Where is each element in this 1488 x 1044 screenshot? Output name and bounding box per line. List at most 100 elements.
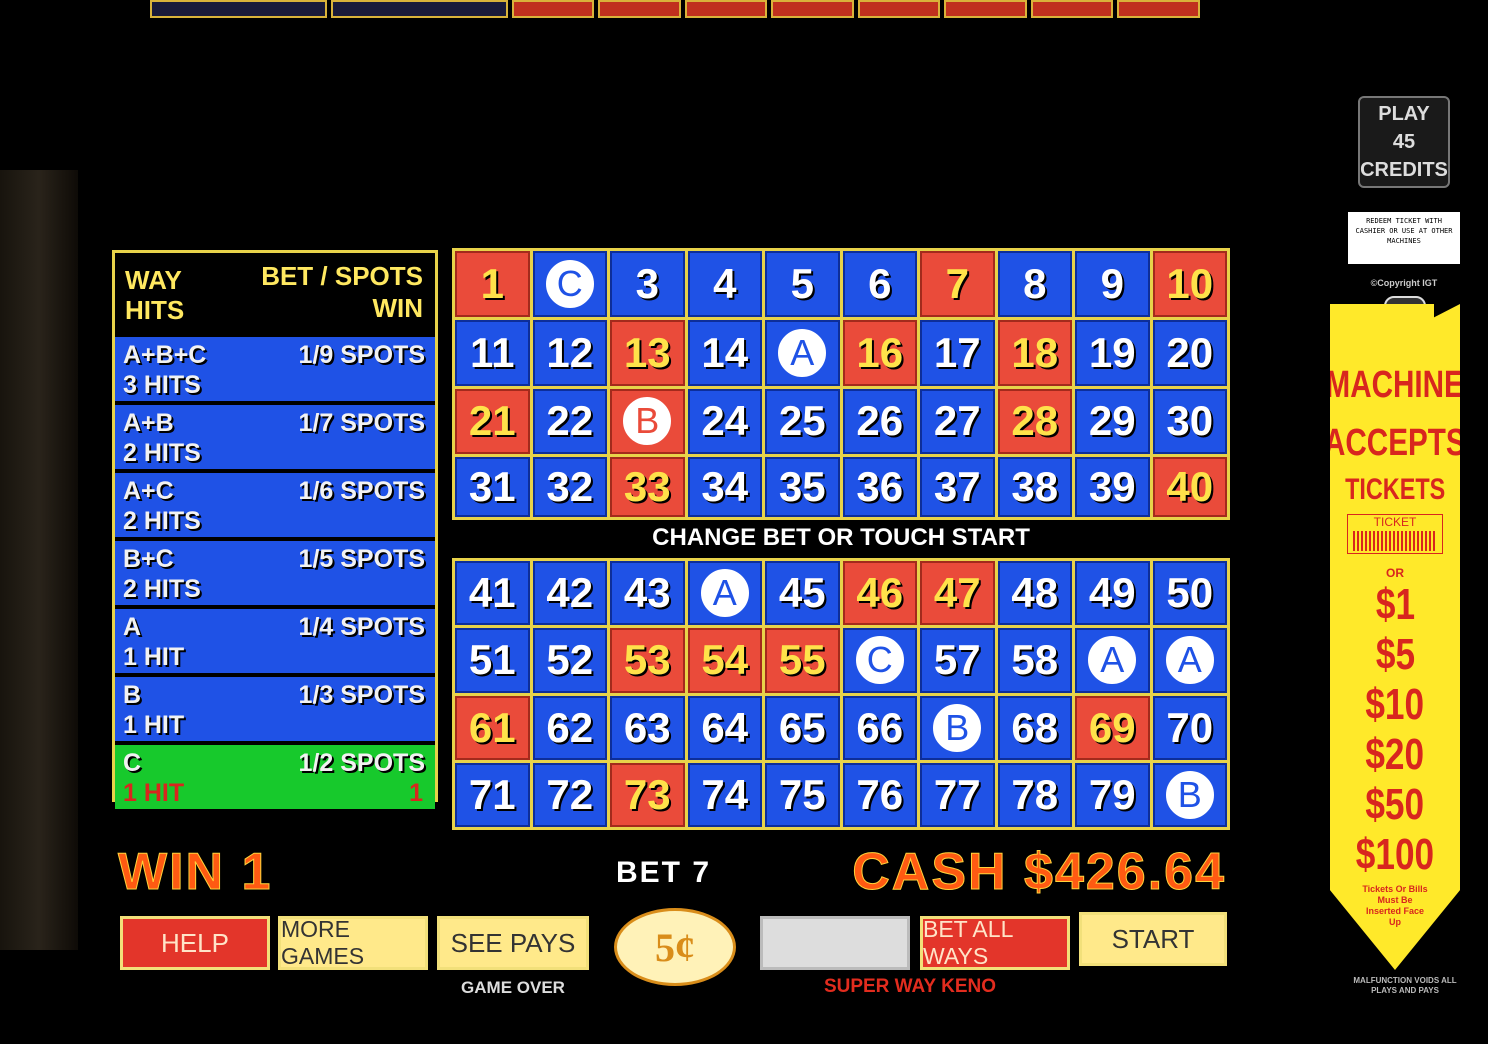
way-pay-table[interactable]: WAY HITS BET / SPOTS WIN A+B+C 3 HITS 1/9 … — [112, 250, 438, 809]
help-button[interactable]: HELP — [120, 916, 270, 970]
keno-spot[interactable]: 69 — [1075, 695, 1150, 760]
keno-spot[interactable]: 18 — [997, 319, 1072, 386]
keno-spot[interactable]: 12 — [532, 319, 607, 386]
keno-spot[interactable]: C — [532, 251, 607, 317]
keno-spot[interactable]: 8 — [997, 251, 1072, 317]
keno-spot[interactable]: 68 — [997, 695, 1072, 760]
keno-spot[interactable]: 37 — [920, 457, 995, 517]
keno-spot[interactable]: 30 — [1152, 388, 1227, 455]
denomination-coin-button[interactable]: 5¢ — [614, 908, 736, 986]
keno-spot[interactable]: 26 — [842, 388, 917, 455]
keno-spot[interactable]: 35 — [765, 457, 840, 517]
cash-balance: CASH $426.64 — [852, 843, 1226, 902]
keno-spot[interactable]: A — [687, 561, 762, 626]
keno-spot[interactable]: A — [1152, 628, 1227, 693]
keno-spot[interactable]: 34 — [687, 457, 762, 517]
keno-spot[interactable]: 3 — [610, 251, 685, 317]
keno-spot[interactable]: 43 — [610, 561, 685, 626]
keno-spot[interactable]: 64 — [687, 695, 762, 760]
keno-spot[interactable]: 40 — [1152, 457, 1227, 517]
keno-spot[interactable]: 7 — [920, 251, 995, 317]
keno-spot[interactable]: 76 — [842, 762, 917, 827]
keno-spot[interactable]: 20 — [1152, 319, 1227, 386]
keno-spot[interactable]: 63 — [610, 695, 685, 760]
blank-button[interactable] — [760, 916, 910, 970]
keno-spot[interactable]: B — [1152, 762, 1227, 827]
way-row[interactable]: A+B 2 HITS 1/7 SPOTS — [115, 405, 435, 469]
keno-spot[interactable]: 28 — [997, 388, 1072, 455]
start-button[interactable]: START — [1079, 912, 1227, 966]
keno-spot[interactable]: 39 — [1075, 457, 1150, 517]
way-row[interactable]: C1 HIT 1/2 SPOTS 1 — [115, 745, 435, 809]
keno-spot[interactable]: 10 — [1152, 251, 1227, 317]
keno-spot[interactable]: 61 — [455, 695, 530, 760]
keno-spot[interactable]: 58 — [997, 628, 1072, 693]
keno-spot[interactable]: 79 — [1075, 762, 1150, 827]
see-pays-button[interactable]: SEE PAYS — [437, 916, 589, 970]
way-row[interactable]: B+C 2 HITS 1/5 SPOTS — [115, 541, 435, 605]
keno-spot[interactable]: 74 — [687, 762, 762, 827]
keno-spot[interactable]: 19 — [1075, 319, 1150, 386]
bet-all-ways-button[interactable]: BET ALL WAYS — [920, 916, 1070, 970]
keno-spot[interactable]: 38 — [997, 457, 1072, 517]
keno-spot[interactable]: C — [842, 628, 917, 693]
way-row[interactable]: A+C 2 HITS 1/6 SPOTS — [115, 473, 435, 537]
bezel-top-strip — [150, 0, 1200, 18]
keno-spot[interactable]: 32 — [532, 457, 607, 517]
keno-spot[interactable]: 29 — [1075, 388, 1150, 455]
keno-spot[interactable]: 46 — [842, 561, 917, 626]
way-row[interactable]: B1 HIT 1/3 SPOTS — [115, 677, 435, 741]
keno-spot[interactable]: 49 — [1075, 561, 1150, 626]
keno-spot[interactable]: 27 — [920, 388, 995, 455]
keno-spot[interactable]: 5 — [765, 251, 840, 317]
keno-board-top[interactable]: 1 C 3 4 5 6 7 8 9 10 11 12 13 14 A 16 17 18 19 20 21 22 B 24 25 2… — [452, 248, 1230, 520]
keno-spot[interactable]: 14 — [687, 319, 762, 386]
keno-spot[interactable]: 4 — [687, 251, 762, 317]
keno-spot[interactable]: 57 — [920, 628, 995, 693]
keno-spot[interactable]: 47 — [920, 561, 995, 626]
keno-spot[interactable]: 52 — [532, 628, 607, 693]
keno-spot[interactable]: 48 — [997, 561, 1072, 626]
keno-spot[interactable]: 9 — [1075, 251, 1150, 317]
keno-spot[interactable]: 51 — [455, 628, 530, 693]
way-row[interactable]: A+B+C 3 HITS 1/9 SPOTS — [115, 337, 435, 401]
keno-spot[interactable]: 33 — [610, 457, 685, 517]
keno-spot[interactable]: 54 — [687, 628, 762, 693]
keno-spot[interactable]: 65 — [765, 695, 840, 760]
keno-spot[interactable]: 13 — [610, 319, 685, 386]
way-row[interactable]: A1 HIT 1/4 SPOTS — [115, 609, 435, 673]
keno-spot[interactable]: 53 — [610, 628, 685, 693]
keno-spot[interactable]: 71 — [455, 762, 530, 827]
keno-spot[interactable]: A — [1075, 628, 1150, 693]
keno-spot[interactable]: A — [765, 319, 840, 386]
keno-spot[interactable]: 70 — [1152, 695, 1227, 760]
more-games-button[interactable]: MORE GAMES — [278, 916, 428, 970]
keno-spot[interactable]: 62 — [532, 695, 607, 760]
keno-spot[interactable]: 25 — [765, 388, 840, 455]
keno-spot[interactable]: 45 — [765, 561, 840, 626]
keno-spot[interactable]: 22 — [532, 388, 607, 455]
spot-number: 30 — [1166, 397, 1214, 445]
keno-spot[interactable]: 72 — [532, 762, 607, 827]
keno-spot[interactable]: 73 — [610, 762, 685, 827]
keno-spot[interactable]: 55 — [765, 628, 840, 693]
keno-spot[interactable]: 41 — [455, 561, 530, 626]
keno-spot[interactable]: B — [920, 695, 995, 760]
keno-spot[interactable]: 16 — [842, 319, 917, 386]
keno-spot[interactable]: 6 — [842, 251, 917, 317]
keno-spot[interactable]: 11 — [455, 319, 530, 386]
keno-board-bottom[interactable]: 41 42 43 A 45 46 47 48 49 50 51 52 53 54 55 C 57 58 A A 61 62… — [452, 558, 1230, 830]
keno-spot[interactable]: 31 — [455, 457, 530, 517]
keno-spot[interactable]: 17 — [920, 319, 995, 386]
keno-spot[interactable]: 77 — [920, 762, 995, 827]
keno-spot[interactable]: 78 — [997, 762, 1072, 827]
keno-spot[interactable]: 36 — [842, 457, 917, 517]
keno-spot[interactable]: 21 — [455, 388, 530, 455]
keno-spot[interactable]: 42 — [532, 561, 607, 626]
keno-spot[interactable]: B — [610, 388, 685, 455]
keno-spot[interactable]: 24 — [687, 388, 762, 455]
keno-spot[interactable]: 75 — [765, 762, 840, 827]
keno-spot[interactable]: 66 — [842, 695, 917, 760]
keno-spot[interactable]: 1 — [455, 251, 530, 317]
keno-spot[interactable]: 50 — [1152, 561, 1227, 626]
